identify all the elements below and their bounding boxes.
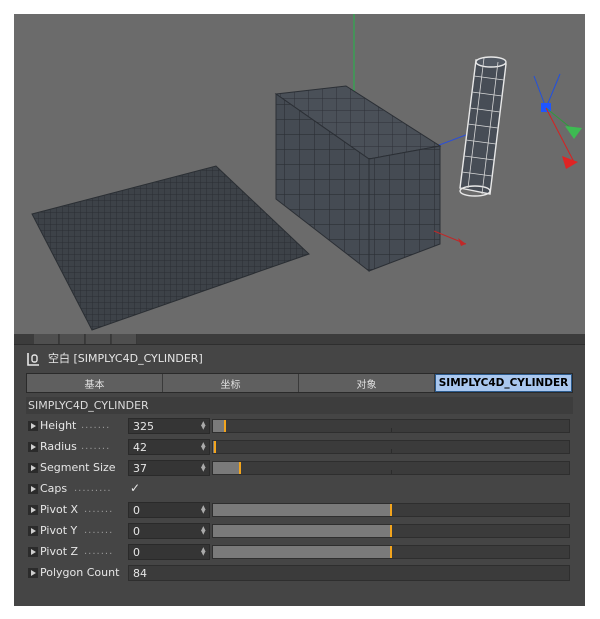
object-header: 空白 [SIMPLYC4D_CYLINDER] (26, 347, 203, 369)
param-label: Polygon Count (40, 566, 120, 579)
param-label: Pivot Y (40, 524, 78, 537)
param-segment-size: Segment Size 37 ▲ ▼ (26, 459, 571, 477)
height-slider[interactable] (212, 419, 570, 433)
attribute-tabs: 基本 坐标 对象 SIMPLYC4D_CYLINDER (26, 373, 573, 393)
slider-handle[interactable] (213, 441, 216, 453)
spinner-icon[interactable]: ▲ ▼ (201, 526, 206, 536)
slider-fill (213, 462, 240, 474)
pivot-z-field[interactable]: 0 ▲ ▼ (128, 544, 210, 560)
tab-basic[interactable]: 基本 (27, 374, 163, 392)
pivot-y-field[interactable]: 0 ▲ ▼ (128, 523, 210, 539)
param-label: Pivot Z (40, 545, 79, 558)
slider-midmark (391, 470, 392, 474)
polygon-count-field: 84 (128, 565, 570, 581)
tab-simplyc4d-cylinder[interactable]: SIMPLYC4D_CYLINDER (435, 374, 572, 392)
pivot-z-slider[interactable] (212, 545, 570, 559)
attribute-manager: 空白 [SIMPLYC4D_CYLINDER] 基本 坐标 对象 SIMPLYC… (14, 334, 585, 606)
param-dots: ......... (74, 483, 112, 494)
section-title: SIMPLYC4D_CYLINDER (26, 397, 573, 414)
viewport-3d[interactable] (14, 14, 585, 334)
param-height: Height ....... 325 ▲ ▼ (26, 417, 571, 435)
param-caps: Caps ......... ✓ (26, 480, 571, 498)
param-radius: Radius ....... 42 ▲ ▼ (26, 438, 571, 456)
triangle-right-icon[interactable] (28, 484, 38, 494)
triangle-right-icon[interactable] (28, 442, 38, 452)
slider-fill (213, 525, 391, 537)
slider-fill (213, 546, 391, 558)
radius-field[interactable]: 42 ▲ ▼ (128, 439, 210, 455)
param-label: Segment Size (40, 461, 116, 474)
param-dots: ....... (84, 546, 114, 557)
pivot-x-slider[interactable] (212, 503, 570, 517)
caps-checkbox[interactable]: ✓ (130, 481, 140, 495)
height-value: 325 (133, 420, 154, 433)
pivot-y-value: 0 (133, 525, 140, 538)
param-pivot-z: Pivot Z ....... 0 ▲ ▼ (26, 543, 571, 561)
radius-value: 42 (133, 441, 147, 454)
strip-tab[interactable] (34, 334, 59, 344)
triangle-right-icon[interactable] (28, 568, 38, 578)
segment-size-field[interactable]: 37 ▲ ▼ (128, 460, 210, 476)
slider-midmark (391, 428, 392, 432)
slider-handle[interactable] (390, 546, 392, 558)
strip-tab[interactable] (112, 334, 137, 344)
height-field[interactable]: 325 ▲ ▼ (128, 418, 210, 434)
spinner-icon[interactable]: ▲ ▼ (201, 442, 206, 452)
triangle-right-icon[interactable] (28, 505, 38, 515)
slider-handle[interactable] (224, 420, 227, 432)
viewport-scene (14, 14, 585, 334)
param-dots: ....... (84, 525, 114, 536)
param-label: Radius (40, 440, 77, 453)
slider-handle[interactable] (238, 462, 241, 474)
slider-midmark (391, 449, 392, 453)
param-pivot-y: Pivot Y ....... 0 ▲ ▼ (26, 522, 571, 540)
null-object-icon (26, 351, 40, 366)
slider-fill (213, 504, 391, 516)
param-label: Height (40, 419, 77, 432)
param-dots: ....... (81, 441, 111, 452)
segment-size-slider[interactable] (212, 461, 570, 475)
polygon-count-value: 84 (133, 567, 147, 580)
param-polygon-count: Polygon Count 84 (26, 564, 571, 582)
slider-handle[interactable] (390, 504, 392, 516)
triangle-right-icon[interactable] (28, 421, 38, 431)
panel-tab-strip (14, 334, 585, 345)
slider-handle[interactable] (390, 525, 392, 537)
object-title: 空白 [SIMPLYC4D_CYLINDER] (48, 352, 203, 365)
radius-slider[interactable] (212, 440, 570, 454)
triangle-right-icon[interactable] (28, 526, 38, 536)
pivot-y-slider[interactable] (212, 524, 570, 538)
pivot-x-value: 0 (133, 504, 140, 517)
tab-object[interactable]: 对象 (299, 374, 435, 392)
param-pivot-x: Pivot X ....... 0 ▲ ▼ (26, 501, 571, 519)
pivot-x-field[interactable]: 0 ▲ ▼ (128, 502, 210, 518)
segment-size-value: 37 (133, 462, 147, 475)
param-label: Pivot X (40, 503, 79, 516)
strip-tab[interactable] (60, 334, 85, 344)
spinner-icon[interactable]: ▲ ▼ (201, 505, 206, 515)
spinner-icon[interactable]: ▲ ▼ (201, 463, 206, 473)
triangle-right-icon[interactable] (28, 463, 38, 473)
param-dots: ....... (81, 420, 111, 431)
param-dots: ....... (84, 504, 114, 515)
spinner-icon[interactable]: ▲ ▼ (201, 421, 206, 431)
pivot-z-value: 0 (133, 546, 140, 559)
param-label: Caps (40, 482, 68, 495)
spinner-icon[interactable]: ▲ ▼ (201, 547, 206, 557)
triangle-right-icon[interactable] (28, 547, 38, 557)
strip-tab[interactable] (86, 334, 111, 344)
tab-coordinates[interactable]: 坐标 (163, 374, 299, 392)
